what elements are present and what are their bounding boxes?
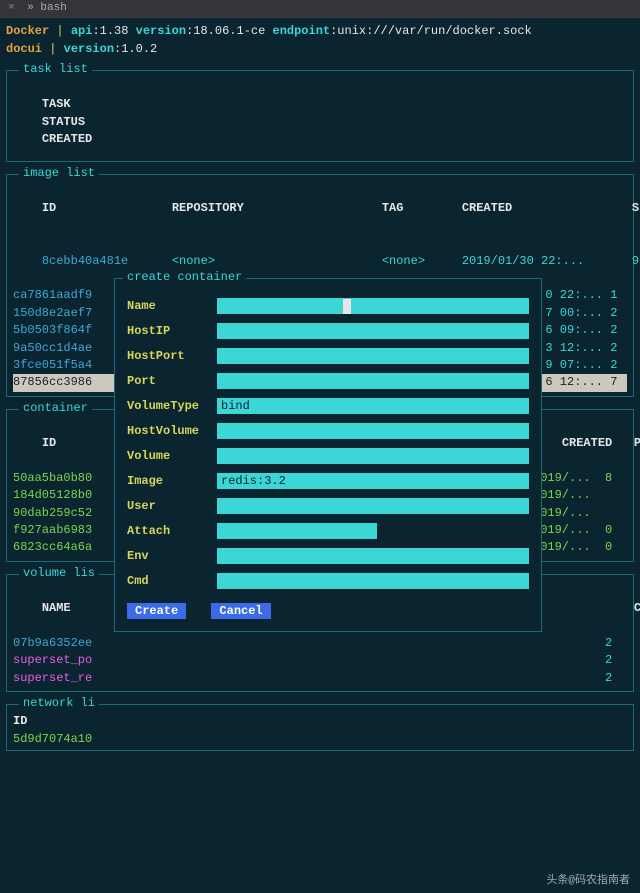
tab-title: » bash: [27, 2, 67, 14]
panel-network-list: network li ID 5d9d7074a10: [6, 704, 634, 751]
col-created: CREATED: [42, 132, 92, 146]
panel-title-images: image list: [19, 166, 99, 180]
panel-title-volumes: volume lis: [19, 566, 99, 580]
image-header-row: IDREPOSITORYTAGCREATEDS: [13, 183, 627, 235]
network-header-row: ID: [13, 713, 627, 730]
input-attach[interactable]: [217, 523, 377, 539]
input-env[interactable]: [217, 548, 529, 564]
panel-title-tasks: task list: [19, 62, 92, 76]
label-attach: Attach: [127, 524, 217, 538]
cursor: [343, 299, 351, 314]
col-status: STATUS: [42, 115, 85, 129]
label-hostvolume: HostVolume: [127, 424, 217, 438]
input-port[interactable]: [217, 373, 529, 389]
label-name: Name: [127, 299, 217, 313]
table-row[interactable]: 5d9d7074a10: [13, 731, 627, 748]
input-volume[interactable]: [217, 448, 529, 464]
modal-create-container: create container Name HostIP HostPort Po…: [114, 278, 542, 632]
input-cmd[interactable]: [217, 573, 529, 589]
input-hostip[interactable]: [217, 323, 529, 339]
create-button[interactable]: Create: [127, 603, 186, 619]
panel-title-containers: container: [19, 401, 92, 415]
table-row[interactable]: superset_po2: [13, 652, 627, 669]
input-volumetype[interactable]: [217, 398, 529, 414]
label-image: Image: [127, 474, 217, 488]
cancel-button[interactable]: Cancel: [211, 603, 270, 619]
label-volumetype: VolumeType: [127, 399, 217, 413]
panel-title-networks: network li: [19, 696, 99, 710]
label-port: Port: [127, 374, 217, 388]
label-cmd: Cmd: [127, 574, 217, 588]
label-env: Env: [127, 549, 217, 563]
label-hostport: HostPort: [127, 349, 217, 363]
label-volume: Volume: [127, 449, 217, 463]
close-glyph: ×: [8, 2, 15, 14]
col-task: TASK: [42, 97, 71, 111]
table-row[interactable]: superset_re2: [13, 670, 627, 687]
modal-title: create container: [123, 270, 246, 284]
input-image[interactable]: [217, 473, 529, 489]
label-hostip: HostIP: [127, 324, 217, 338]
label-user: User: [127, 499, 217, 513]
panel-task-list: task list TASK STATUS CREATED: [6, 70, 634, 162]
watermark: 头条@码农指南者: [546, 871, 630, 887]
input-name[interactable]: [217, 298, 529, 314]
input-hostvolume[interactable]: [217, 423, 529, 439]
window-titlebar: × » bash: [0, 0, 640, 18]
app-header: Docker | api:1.38 version:18.06.1-ce end…: [0, 18, 640, 62]
input-hostport[interactable]: [217, 348, 529, 364]
input-user[interactable]: [217, 498, 529, 514]
table-row[interactable]: 07b9a6352ee2: [13, 635, 627, 652]
